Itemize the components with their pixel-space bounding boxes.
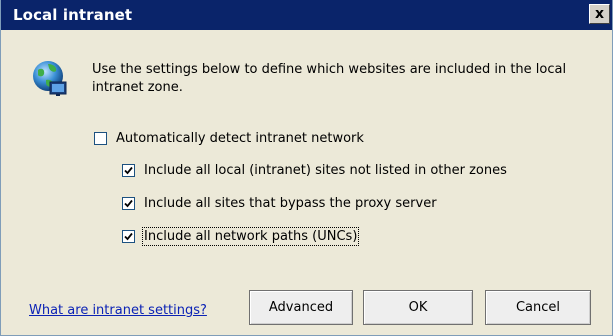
local-sites-checkbox-row[interactable]: Include all local (intranet) sites not l…: [122, 163, 507, 178]
description-text: Use the settings below to define which w…: [92, 62, 567, 95]
close-icon: x: [594, 6, 605, 22]
close-button[interactable]: x: [589, 4, 610, 24]
auto-detect-checkbox-row[interactable]: Automatically detect intranet network: [94, 131, 364, 146]
bypass-proxy-label: Include all sites that bypass the proxy …: [144, 196, 437, 211]
cancel-button-label: Cancel: [515, 300, 561, 315]
globe-network-icon: [30, 58, 70, 98]
auto-detect-label: Automatically detect intranet network: [116, 131, 364, 146]
advanced-button-label: Advanced: [268, 300, 334, 315]
bypass-proxy-checkbox[interactable]: [122, 197, 135, 210]
local-intranet-dialog: Local intranet x Use the settings below …: [0, 0, 613, 336]
checkmark-icon: [124, 166, 133, 175]
network-paths-label: Include all network paths (UNCs): [141, 227, 360, 246]
ok-button-label: OK: [408, 300, 428, 315]
network-paths-checkbox-row[interactable]: Include all network paths (UNCs): [122, 227, 360, 246]
advanced-button[interactable]: Advanced: [249, 290, 353, 325]
network-paths-checkbox[interactable]: [122, 230, 135, 243]
intranet-settings-help-link[interactable]: What are intranet settings?: [29, 303, 207, 318]
checkmark-icon: [124, 232, 133, 241]
titlebar: Local intranet x: [1, 0, 612, 30]
dialog-title: Local intranet: [13, 6, 133, 24]
bypass-proxy-checkbox-row[interactable]: Include all sites that bypass the proxy …: [122, 196, 437, 211]
ok-button[interactable]: OK: [363, 290, 473, 325]
local-sites-checkbox[interactable]: [122, 164, 135, 177]
local-sites-label: Include all local (intranet) sites not l…: [144, 163, 507, 178]
auto-detect-checkbox[interactable]: [94, 132, 107, 145]
cancel-button[interactable]: Cancel: [485, 290, 591, 325]
checkmark-icon: [124, 199, 133, 208]
